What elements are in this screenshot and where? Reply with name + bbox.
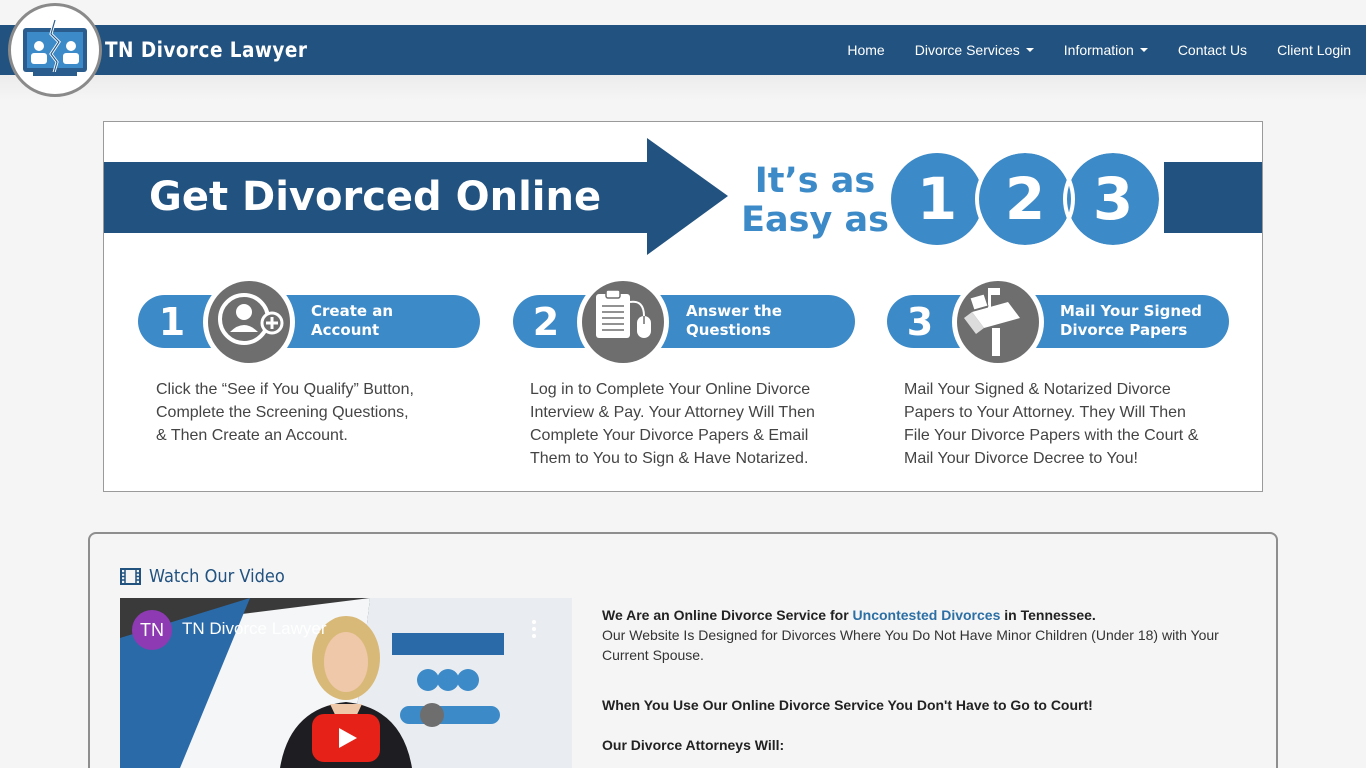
site-logo[interactable]	[8, 3, 102, 97]
nav-information-label: Information	[1063, 42, 1134, 58]
video-player[interactable]: TN TN Divorce Lawyer	[120, 598, 572, 768]
nav-client-login[interactable]: Client Login	[1262, 42, 1366, 58]
nav-contact-us[interactable]: Contact Us	[1163, 42, 1262, 58]
step-2-label: Answer the Questions	[686, 302, 782, 340]
intro-description: Our Website Is Designed for Divorces Whe…	[602, 627, 1219, 663]
step-1-label: Create an Account	[311, 302, 393, 340]
intro-headline-part: We Are an Online Divorce Service for	[602, 607, 853, 623]
step-1-label-line-2: Account	[311, 321, 380, 339]
step-1-desc-line: Complete the Screening Questions,	[156, 404, 409, 421]
chevron-down-icon	[1139, 48, 1148, 52]
intro-text: We Are an Online Divorce Service for Unc…	[602, 605, 1242, 755]
banner-title: Get Divorced Online	[149, 174, 602, 220]
big-number-2: 2	[1004, 165, 1046, 233]
step-1-number: 1	[158, 300, 186, 344]
step-3-number: 3	[906, 300, 934, 344]
step-1-desc-line: Click the “See if You Qualify” Button,	[156, 381, 414, 398]
step-2-desc-line: Log in to Complete Your Online Divorce	[530, 381, 811, 398]
step-3-desc-line: Mail Your Divorce Decree to You!	[904, 450, 1138, 467]
step-2-desc-line: Them to You to Sign & Have Notarized.	[530, 450, 809, 467]
nav-home[interactable]: Home	[832, 42, 899, 58]
step-3-label-line-1: Mail Your Signed	[1060, 302, 1202, 320]
play-button[interactable]	[312, 714, 380, 762]
no-court-text: When You Use Our Online Divorce Service …	[602, 697, 1093, 713]
big-number-3: 3	[1092, 165, 1134, 233]
intro-headline-part: in Tennessee.	[1000, 607, 1096, 623]
step-2-desc-line: Interview & Pay. Your Attorney Will Then	[530, 404, 815, 421]
easy-as-text: It’s as Easy as	[740, 162, 890, 240]
chevron-down-icon	[1025, 48, 1034, 52]
step-3-label-line-2: Divorce Papers	[1060, 321, 1188, 339]
video-title[interactable]: TN Divorce Lawyer	[182, 619, 327, 639]
nav-login-label: Client Login	[1277, 42, 1351, 58]
nav-information[interactable]: Information	[1049, 42, 1163, 58]
step-3-label: Mail Your Signed Divorce Papers	[1060, 302, 1202, 340]
easy-line-2: Easy as	[741, 200, 889, 240]
brand-name[interactable]: TN Divorce Lawyer	[105, 38, 307, 62]
nav-divorce-services[interactable]: Divorce Services	[900, 42, 1049, 58]
nav-divorce-services-label: Divorce Services	[914, 42, 1020, 58]
channel-avatar[interactable]: TN	[132, 610, 172, 650]
easy-line-1: It’s as	[754, 161, 876, 201]
big-number-1: 1	[916, 165, 958, 233]
step-2-number: 2	[532, 300, 560, 344]
step-2-label-line-2: Questions	[686, 321, 771, 339]
more-options-icon[interactable]	[532, 620, 536, 641]
navbar-shadow	[0, 75, 1366, 100]
divorce-monitor-icon	[23, 19, 87, 77]
nav-home-label: Home	[847, 42, 885, 58]
step-3-desc-line: Papers to Your Attorney. They Will Then	[904, 404, 1186, 421]
how-it-works-banner: Get Divorced Online It’s as Easy as 1 2 …	[103, 121, 1263, 492]
step-3-desc-line: Mail Your Signed & Notarized Divorce	[904, 381, 1171, 398]
intro-headline: We Are an Online Divorce Service for Unc…	[602, 605, 1242, 625]
video-heading-text: Watch Our Video	[149, 566, 285, 587]
video-heading: Watch Our Video	[120, 566, 300, 587]
main-nav: Home Divorce Services Information Contac…	[832, 25, 1366, 75]
step-3-description: Mail Your Signed & Notarized Divorce Pap…	[904, 378, 1198, 470]
step-2-description: Log in to Complete Your Online Divorce I…	[530, 378, 815, 470]
uncontested-divorces-link[interactable]: Uncontested Divorces	[853, 607, 1001, 623]
step-3-desc-line: File Your Divorce Papers with the Court …	[904, 427, 1199, 444]
step-2-label-line-1: Answer the	[686, 302, 782, 320]
nav-contact-label: Contact Us	[1177, 42, 1248, 58]
step-1-label-line-1: Create an	[311, 302, 394, 320]
step-1-description: Click the “See if You Qualify” Button, C…	[156, 378, 414, 447]
banner-right-bar	[1164, 162, 1262, 233]
film-icon	[120, 568, 141, 585]
attorneys-will-heading: Our Divorce Attorneys Will:	[602, 735, 1242, 755]
step-1-desc-line: & Then Create an Account.	[156, 427, 348, 444]
step-2-desc-line: Complete Your Divorce Papers & Email	[530, 427, 809, 444]
attorneys-will-text: Our Divorce Attorneys Will:	[602, 737, 785, 753]
no-court-statement: When You Use Our Online Divorce Service …	[602, 695, 1242, 715]
